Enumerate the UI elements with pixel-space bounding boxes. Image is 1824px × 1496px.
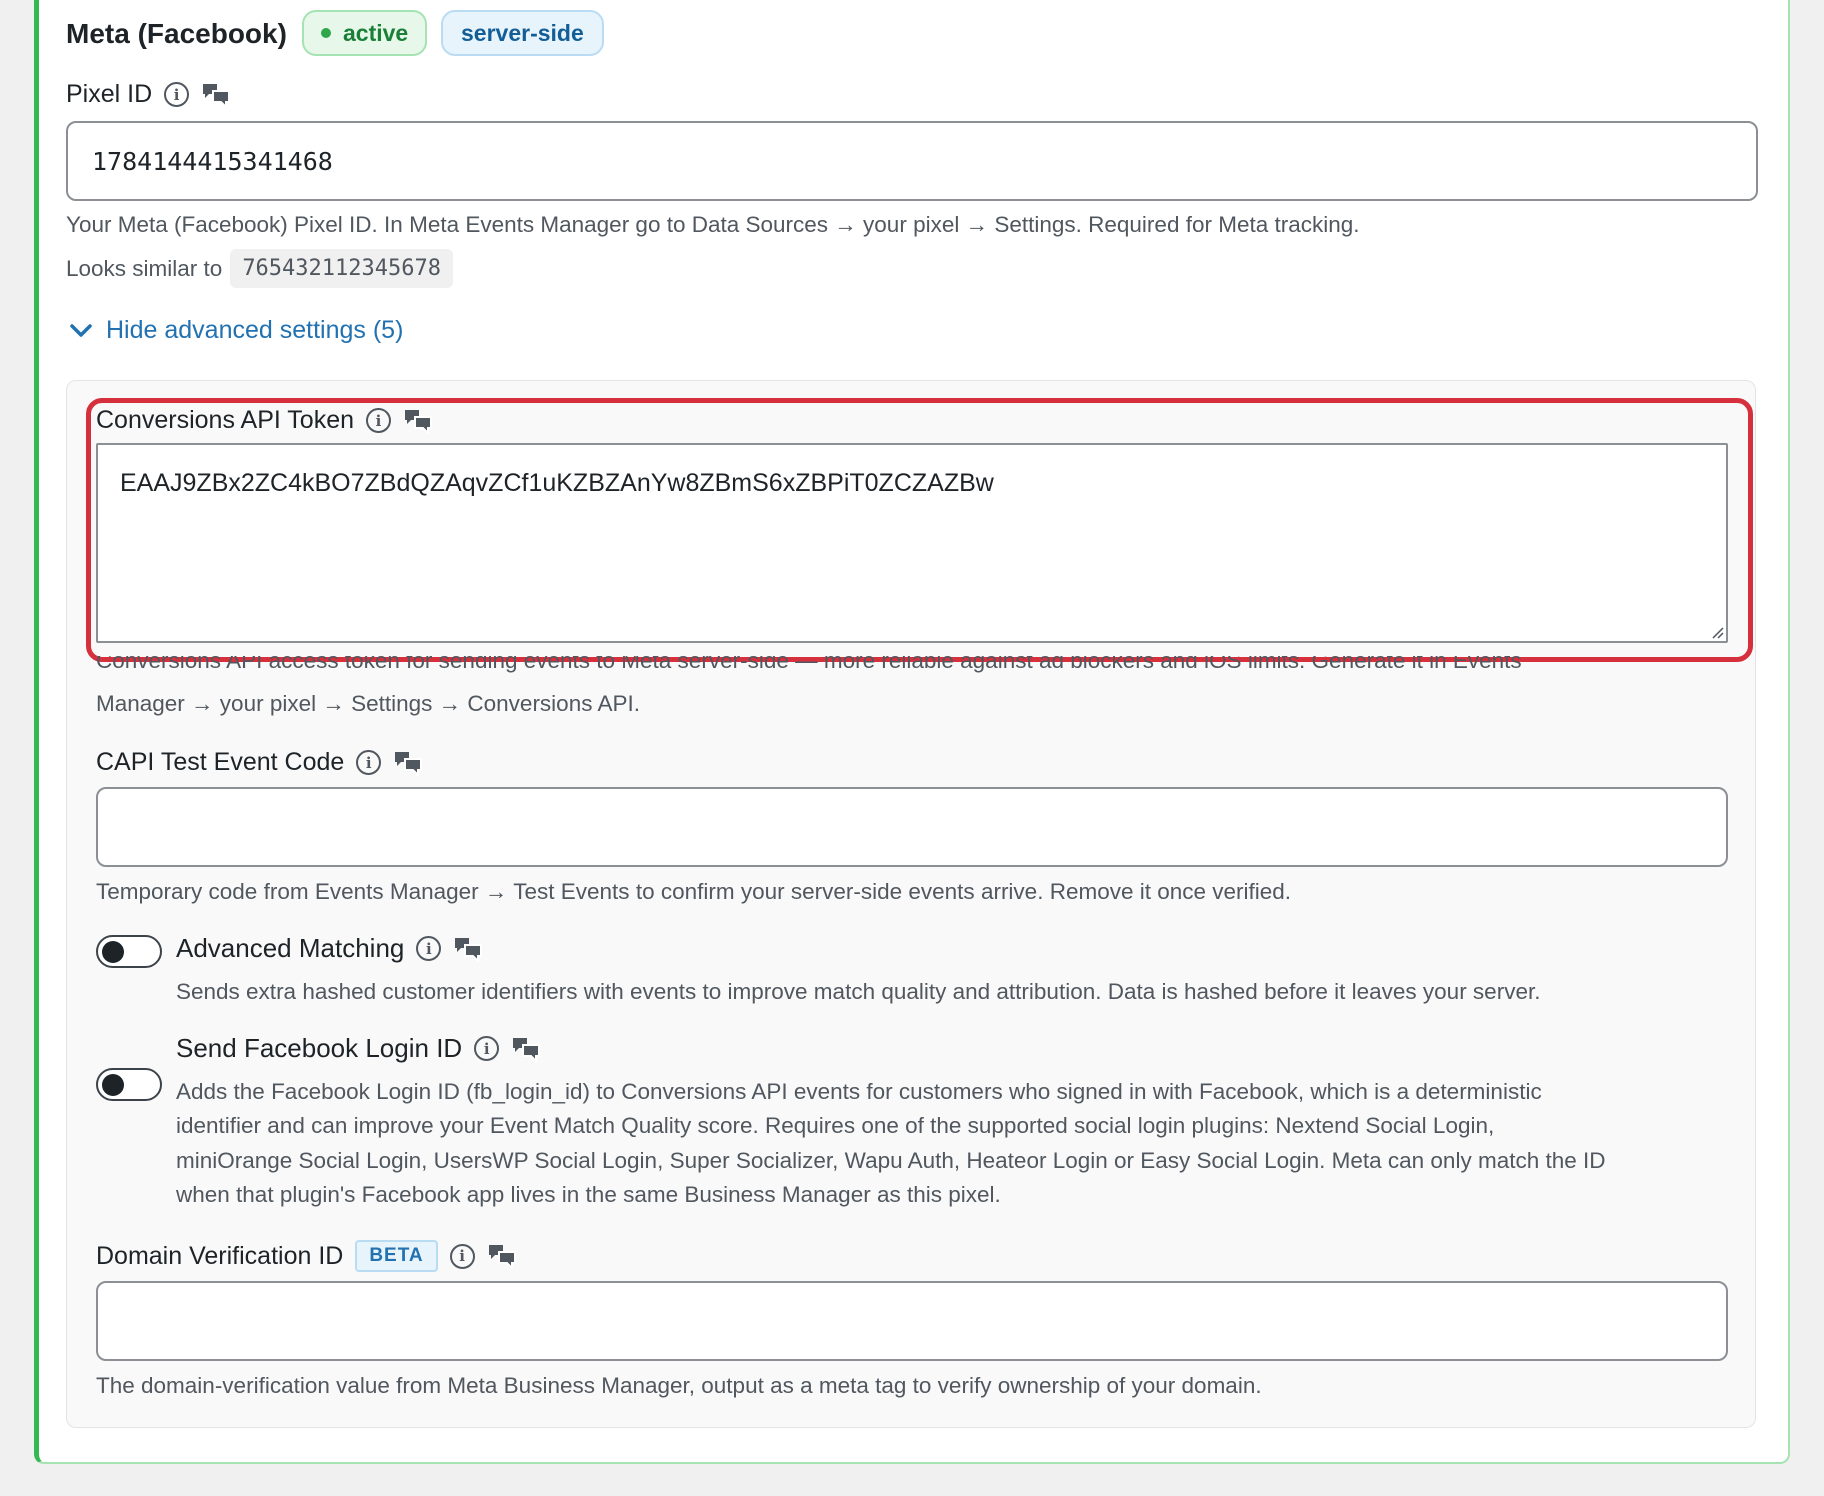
chat-bubbles-icon[interactable] — [453, 936, 483, 962]
info-icon[interactable]: i — [449, 1243, 475, 1269]
fb-login-id-help-line: identifier and can improve your Event Ma… — [176, 1113, 1495, 1138]
fb-login-id-help-line: miniOrange Social Login, UsersWP Social … — [176, 1148, 1606, 1173]
toggle-knob — [102, 1074, 124, 1096]
domain-verification-help: The domain-verification value from Meta … — [96, 1373, 1262, 1398]
fb-login-id-label: Send Facebook Login ID — [176, 1033, 463, 1063]
advanced-matching-label-row: Advanced Matching i — [176, 933, 483, 964]
pixel-id-label-row: Pixel ID i — [66, 80, 231, 109]
pixel-id-label: Pixel ID — [66, 80, 153, 108]
status-dot — [321, 28, 331, 38]
chat-bubbles-icon[interactable] — [201, 82, 231, 108]
mode-badge: server-side — [441, 10, 604, 56]
chat-bubbles-icon[interactable] — [393, 750, 423, 776]
capi-token-help-line1-text: Conversions API access token for sending… — [96, 656, 1522, 673]
fb-login-id-help-line: Adds the Facebook Login ID (fb_login_id)… — [176, 1079, 1542, 1104]
domain-verification-input[interactable] — [96, 1281, 1728, 1361]
capi-test-label-row: CAPI Test Event Code i — [96, 748, 423, 777]
domain-verification-label: Domain Verification ID — [96, 1241, 344, 1270]
info-icon[interactable]: i — [164, 82, 190, 107]
capi-token-help-line2: Manager → your pixel → Settings → Conver… — [96, 691, 640, 716]
pixel-id-similar: Looks similar to 765432112345678 — [66, 249, 453, 288]
fb-login-id-toggle[interactable] — [96, 1068, 162, 1101]
capi-token-help-line1: Conversions API access token for sending… — [96, 656, 1756, 682]
card-title: Meta (Facebook) — [66, 18, 287, 49]
info-icon[interactable]: i — [356, 750, 382, 775]
capi-test-input[interactable] — [96, 787, 1728, 867]
status-badge: active — [302, 10, 428, 56]
advanced-matching-label: Advanced Matching — [176, 933, 405, 963]
status-badge-label: active — [343, 19, 409, 46]
highlight-outline — [86, 398, 1753, 662]
chat-bubbles-icon[interactable] — [487, 1243, 517, 1269]
advanced-matching-help: Sends extra hashed customer identifiers … — [176, 979, 1541, 1004]
pixel-id-input[interactable]: 1784144415341468 — [66, 121, 1758, 201]
info-icon[interactable]: i — [474, 1036, 500, 1061]
beta-badge: BETA — [355, 1240, 438, 1272]
fb-login-id-label-row: Send Facebook Login ID i — [176, 1033, 541, 1064]
similar-label: Looks similar to — [66, 256, 223, 281]
info-icon[interactable]: i — [416, 936, 442, 961]
chevron-down-icon — [70, 323, 92, 337]
pixel-id-help: Your Meta (Facebook) Pixel ID. In Meta E… — [66, 212, 1360, 237]
hide-advanced-settings-label: Hide advanced settings (5) — [106, 316, 404, 344]
advanced-matching-toggle[interactable] — [96, 935, 162, 968]
hide-advanced-settings-link[interactable]: Hide advanced settings (5) — [70, 316, 403, 345]
capi-test-label: CAPI Test Event Code — [96, 748, 345, 776]
toggle-knob — [102, 941, 124, 963]
similar-example: 765432112345678 — [230, 249, 453, 288]
domain-verification-label-row: Domain Verification ID BETA i — [96, 1240, 517, 1272]
chat-bubbles-icon[interactable] — [511, 1036, 541, 1062]
fb-login-id-help-line: when that plugin's Facebook app lives in… — [176, 1182, 1001, 1207]
capi-test-help: Temporary code from Events Manager → Tes… — [96, 879, 1292, 904]
